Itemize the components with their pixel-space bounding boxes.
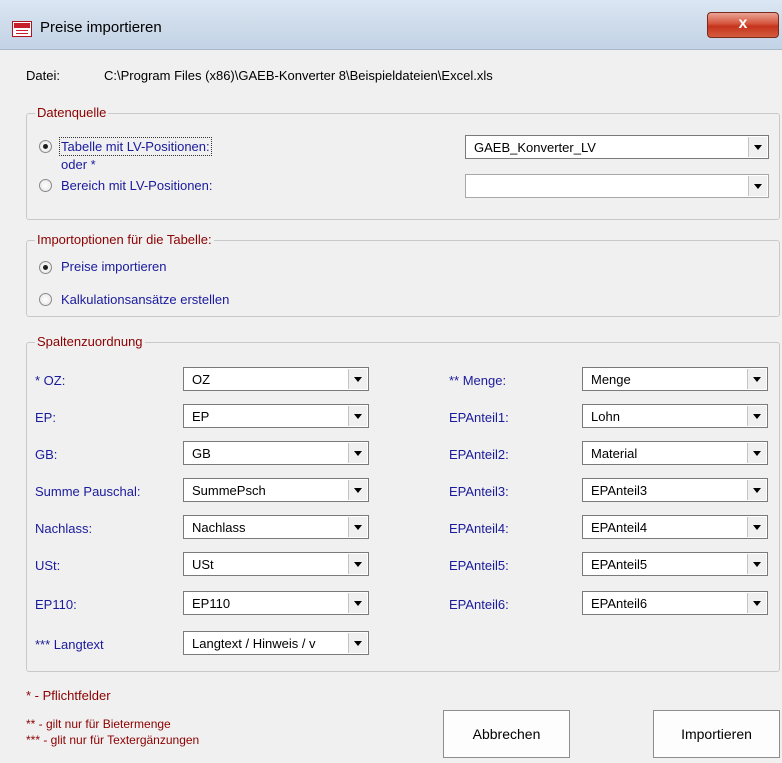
prices-radio-label[interactable]: Preise importieren: [61, 259, 167, 274]
chevron-down-icon[interactable]: [747, 517, 766, 537]
chevron-down-icon[interactable]: [748, 176, 767, 196]
summe-pauschal-select-value: SummePsch: [192, 483, 266, 498]
title-bar: Preise importieren x: [0, 0, 782, 50]
langtext-select[interactable]: Langtext / Hinweis / v: [183, 631, 369, 655]
ep-select[interactable]: EP: [183, 404, 369, 428]
spaltenzuordnung-title: Spaltenzuordnung: [35, 334, 145, 349]
file-label: Datei:: [26, 68, 60, 83]
window-title: Preise importieren: [40, 19, 162, 36]
langtext-label: *** Langtext: [35, 637, 104, 652]
chevron-down-icon[interactable]: [348, 633, 367, 653]
table-radio-label[interactable]: Tabelle mit LV-Positionen:: [59, 137, 212, 156]
table-radio[interactable]: [39, 140, 52, 153]
datenquelle-group: Datenquelle Tabelle mit LV-Positionen: o…: [26, 105, 780, 220]
nachlass-select-value: Nachlass: [192, 520, 246, 535]
gb-label: GB:: [35, 447, 58, 462]
import-button[interactable]: Importieren: [653, 710, 780, 758]
epanteil3-select[interactable]: EPAnteil3: [582, 478, 768, 502]
epanteil6-label: EPAnteil6:: [449, 597, 509, 612]
close-button[interactable]: x: [707, 12, 779, 38]
chevron-down-icon[interactable]: [747, 443, 766, 463]
spaltenzuordnung-group: Spaltenzuordnung * OZ: OZ EP: EP GB: GB …: [26, 334, 780, 672]
prices-radio[interactable]: [39, 261, 52, 274]
ep-select-value: EP: [192, 409, 210, 424]
menge-select[interactable]: Menge: [582, 367, 768, 391]
epanteil6-select-value: EPAnteil6: [591, 596, 648, 611]
chevron-down-icon[interactable]: [747, 554, 766, 574]
oz-select-value: OZ: [192, 372, 211, 387]
calc-radio[interactable]: [39, 293, 52, 306]
ust-label: USt:: [35, 558, 61, 573]
pflichtfelder-note: * - Pflichtfelder: [26, 688, 111, 703]
ep-label: EP:: [35, 410, 56, 425]
menge-select-value: Menge: [591, 372, 631, 387]
importoptionen-title: Importoptionen für die Tabelle:: [35, 232, 214, 247]
file-path: C:\Program Files (x86)\GAEB-Konverter 8\…: [104, 68, 493, 83]
ep110-label: EP110:: [35, 597, 77, 612]
textergaenzungen-note: *** - glit nur für Textergänzungen: [26, 733, 200, 747]
gb-select[interactable]: GB: [183, 441, 369, 465]
epanteil4-select-value: EPAnteil4: [591, 520, 648, 535]
oder-label: oder *: [61, 157, 96, 172]
epanteil4-select[interactable]: EPAnteil4: [582, 515, 768, 539]
chevron-down-icon[interactable]: [348, 369, 367, 389]
chevron-down-icon[interactable]: [747, 480, 766, 500]
ust-select-value: USt: [192, 557, 214, 572]
epanteil1-select-value: Lohn: [591, 409, 620, 424]
app-icon: [12, 21, 32, 37]
epanteil2-select[interactable]: Material: [582, 441, 768, 465]
table-select[interactable]: GAEB_Konverter_LV: [465, 135, 769, 159]
gb-select-value: GB: [192, 446, 211, 461]
epanteil5-select-value: EPAnteil5: [591, 557, 648, 572]
range-radio-label[interactable]: Bereich mit LV-Positionen:: [61, 178, 213, 193]
epanteil6-select[interactable]: EPAnteil6: [582, 591, 768, 615]
cancel-button[interactable]: Abbrechen: [443, 710, 570, 758]
calc-radio-label[interactable]: Kalkulationsansätze erstellen: [61, 292, 229, 307]
ust-select[interactable]: USt: [183, 552, 369, 576]
menge-label: ** Menge:: [449, 373, 507, 388]
epanteil5-select[interactable]: EPAnteil5: [582, 552, 768, 576]
ep110-select[interactable]: EP110: [183, 591, 369, 615]
range-radio[interactable]: [39, 179, 52, 192]
chevron-down-icon[interactable]: [348, 480, 367, 500]
chevron-down-icon[interactable]: [348, 406, 367, 426]
epanteil3-label: EPAnteil3:: [449, 484, 509, 499]
summe-pauschal-label: Summe Pauschal:: [35, 484, 141, 499]
oz-label: * OZ:: [35, 373, 66, 388]
epanteil3-select-value: EPAnteil3: [591, 483, 648, 498]
chevron-down-icon[interactable]: [348, 443, 367, 463]
chevron-down-icon[interactable]: [348, 554, 367, 574]
chevron-down-icon[interactable]: [747, 406, 766, 426]
nachlass-label: Nachlass:: [35, 521, 93, 536]
table-select-value: GAEB_Konverter_LV: [474, 140, 596, 155]
datenquelle-title: Datenquelle: [35, 105, 109, 120]
chevron-down-icon[interactable]: [348, 517, 367, 537]
epanteil1-label: EPAnteil1:: [449, 410, 509, 425]
ep110-select-value: EP110: [192, 596, 231, 611]
epanteil2-label: EPAnteil2:: [449, 447, 509, 462]
range-select[interactable]: [465, 174, 769, 198]
summe-pauschal-select[interactable]: SummePsch: [183, 478, 369, 502]
oz-select[interactable]: OZ: [183, 367, 369, 391]
epanteil2-select-value: Material: [591, 446, 638, 461]
epanteil4-label: EPAnteil4:: [449, 521, 509, 536]
langtext-select-value: Langtext / Hinweis / v: [192, 636, 316, 651]
chevron-down-icon[interactable]: [747, 369, 766, 389]
epanteil5-label: EPAnteil5:: [449, 558, 509, 573]
epanteil1-select[interactable]: Lohn: [582, 404, 768, 428]
bietermenge-note: ** - gilt nur für Bietermenge: [26, 717, 171, 731]
chevron-down-icon[interactable]: [348, 593, 367, 613]
importoptionen-group: Importoptionen für die Tabelle: Preise i…: [26, 232, 780, 317]
chevron-down-icon[interactable]: [747, 593, 766, 613]
nachlass-select[interactable]: Nachlass: [183, 515, 369, 539]
chevron-down-icon[interactable]: [748, 137, 767, 157]
